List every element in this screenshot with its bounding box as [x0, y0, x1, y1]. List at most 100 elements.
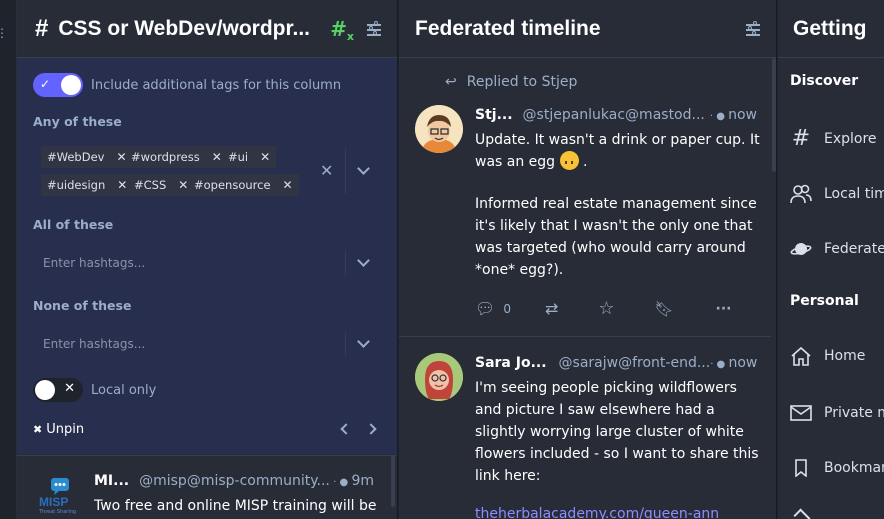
column-settings-icon[interactable] — [367, 21, 381, 36]
close-icon: ✖ — [33, 423, 43, 436]
column-header[interactable]: Federated timeline — [399, 0, 776, 58]
move-right-icon[interactable] — [365, 423, 377, 435]
any-of-these-label: Any of these — [33, 114, 122, 129]
nav-label: Private m — [824, 405, 884, 421]
tag-chip-label: #CSS — [134, 178, 167, 192]
nav-label: Explore — [824, 130, 877, 147]
nav-home[interactable]: Home — [790, 346, 865, 366]
display-name[interactable]: MI... — [94, 473, 129, 489]
status-line: I'm seeing people picking wildflowers — [475, 380, 737, 396]
any-tags-select[interactable]: #WebDev ✕ #wordpress ✕ #ui ✕ #uidesign ✕ #CS… — [33, 140, 379, 202]
people-icon — [790, 184, 812, 204]
column-header[interactable]: Getting sta — [778, 0, 884, 58]
none-tags-placeholder[interactable]: Enter hashtags... — [43, 337, 145, 351]
tag-chip-label: #opensource — [194, 178, 271, 192]
status-line: Update. It wasn't a drink or paper cup. … — [475, 132, 760, 148]
column-settings-panel: ✓ Include additional tags for this colum… — [17, 58, 397, 454]
hashtag-icon: # — [35, 14, 49, 42]
account-handle[interactable]: @stjepanlukac@mastod... — [523, 107, 705, 123]
display-name[interactable]: Stj... — [475, 107, 513, 123]
timestamp-text: 9m — [351, 473, 374, 489]
nav-label: Local tim — [824, 186, 884, 202]
scrollbar[interactable] — [772, 58, 776, 172]
move-left-icon[interactable] — [340, 423, 352, 435]
scrollbar[interactable] — [391, 455, 395, 507]
local-only-toggle[interactable]: ✕ — [33, 378, 83, 402]
hashtag-icon: # — [791, 126, 811, 151]
nav-explore[interactable]: # Explore — [790, 126, 877, 151]
column-settings-icon[interactable]: ⋮ — [0, 26, 8, 40]
more-icon[interactable]: ··· — [716, 301, 732, 317]
clear-tags-icon[interactable]: ✕ — [320, 161, 333, 180]
mail-icon — [790, 404, 812, 422]
tag-chip: #uidesign ✕ — [41, 174, 134, 196]
star-icon[interactable]: ☆ — [598, 298, 614, 319]
column-title[interactable]: CSS or WebDev/wordpr... — [58, 17, 310, 41]
display-name[interactable]: Sara Jo... — [475, 355, 547, 371]
tag-chip-label: #wordpress — [131, 150, 200, 164]
tag-chip-label: #WebDev — [47, 150, 105, 164]
status-line: it's likely that I wasn't the only one t… — [475, 218, 753, 234]
nav-label: Federated — [824, 241, 884, 257]
remove-tag-icon[interactable]: ✕ — [212, 150, 222, 164]
avatar[interactable] — [415, 353, 463, 401]
status-action-bar: 💬︎ 0 ⇄ ☆ 🔖︎ ··· — [475, 298, 745, 319]
remove-tag-icon[interactable]: ✕ — [178, 178, 188, 192]
tag-chip: #opensource ✕ — [188, 174, 299, 196]
check-icon: ✓ — [40, 77, 51, 91]
status-card[interactable]: MISP Threat Sharing MI... @misp@misp-com… — [17, 455, 397, 519]
avatar[interactable] — [415, 105, 463, 153]
tag-chip: #WebDev ✕ — [41, 146, 133, 168]
status-line: and picture I saw elsewhere had a — [475, 402, 715, 418]
include-tags-toggle[interactable]: ✓ — [33, 73, 83, 97]
status-line: *one* egg?). — [475, 262, 564, 278]
column-title[interactable]: Federated timeline — [415, 17, 601, 41]
timestamp[interactable]: · ● now — [710, 355, 757, 371]
account-handle[interactable]: @misp@misp-community... — [139, 473, 330, 489]
status-line: slightly worrying large cluster of white — [475, 424, 744, 440]
all-tags-placeholder[interactable]: Enter hashtags... — [43, 256, 145, 270]
column-settings-icon[interactable] — [746, 21, 760, 36]
boost-icon[interactable]: ⇄ — [545, 299, 558, 318]
status-line: flowers included - so I want to share th… — [475, 446, 759, 462]
column-title[interactable]: Getting sta — [793, 17, 868, 41]
status-line: Informed real estate management since — [475, 196, 757, 212]
nav-bookmarks[interactable]: Bookmar — [790, 459, 884, 477]
previous-column-edge: ⋮ — [0, 0, 17, 519]
chevron-down-icon[interactable] — [357, 335, 370, 348]
timestamp[interactable]: · ● 9m — [333, 473, 374, 489]
status-text: was an egg — [475, 154, 556, 170]
nav-label: Bookmar — [824, 460, 884, 476]
chevron-down-icon[interactable] — [357, 254, 370, 267]
bookmark-icon[interactable]: 🔖︎ — [655, 300, 674, 318]
status-content: Update. It wasn't a drink or paper cup. … — [475, 129, 765, 281]
nav-federated-timeline[interactable]: Federated — [790, 240, 884, 258]
remove-tag-icon[interactable]: ✕ — [283, 178, 293, 192]
nav-private-mentions[interactable]: Private m — [790, 404, 884, 422]
status-line: was targeted (who would carry around — [475, 240, 746, 256]
unpin-button[interactable]: ✖ Unpin — [33, 422, 84, 437]
tag-chip: #ui ✕ — [222, 146, 277, 168]
x-icon: ✕ — [64, 381, 75, 396]
hashtag-filter-icon[interactable]: # — [330, 17, 353, 43]
status-line: was an egg . — [475, 151, 765, 173]
timestamp[interactable]: · ● now — [710, 107, 757, 123]
account-handle[interactable]: @sarajw@front-end... — [559, 355, 711, 371]
avatar[interactable]: MISP Threat Sharing — [35, 476, 81, 519]
chevron-down-icon[interactable] — [357, 162, 370, 175]
nav-local-timeline[interactable]: Local tim — [790, 184, 884, 204]
reply-indicator[interactable]: ↩ Replied to Stjep — [445, 74, 577, 90]
status-link[interactable]: theherbalacademy.com/queen-ann — [475, 506, 719, 519]
column-header[interactable]: # CSS or WebDev/wordpr... # — [17, 0, 397, 58]
reply-icon[interactable]: 💬︎ — [475, 299, 495, 318]
remove-tag-icon[interactable]: ✕ — [260, 150, 270, 164]
hashtag-column: # CSS or WebDev/wordpr... # ✓ Include ad… — [17, 0, 397, 519]
none-tags-select[interactable]: Enter hashtags... — [33, 327, 379, 361]
all-tags-select[interactable]: Enter hashtags... — [33, 246, 379, 280]
tag-chip-label: #ui — [228, 150, 249, 164]
remove-tag-icon[interactable]: ✕ — [117, 178, 127, 192]
home-icon — [790, 346, 812, 366]
status-text: . — [582, 154, 588, 170]
status-line: link here: — [475, 468, 541, 484]
timestamp-text: now — [728, 355, 758, 371]
